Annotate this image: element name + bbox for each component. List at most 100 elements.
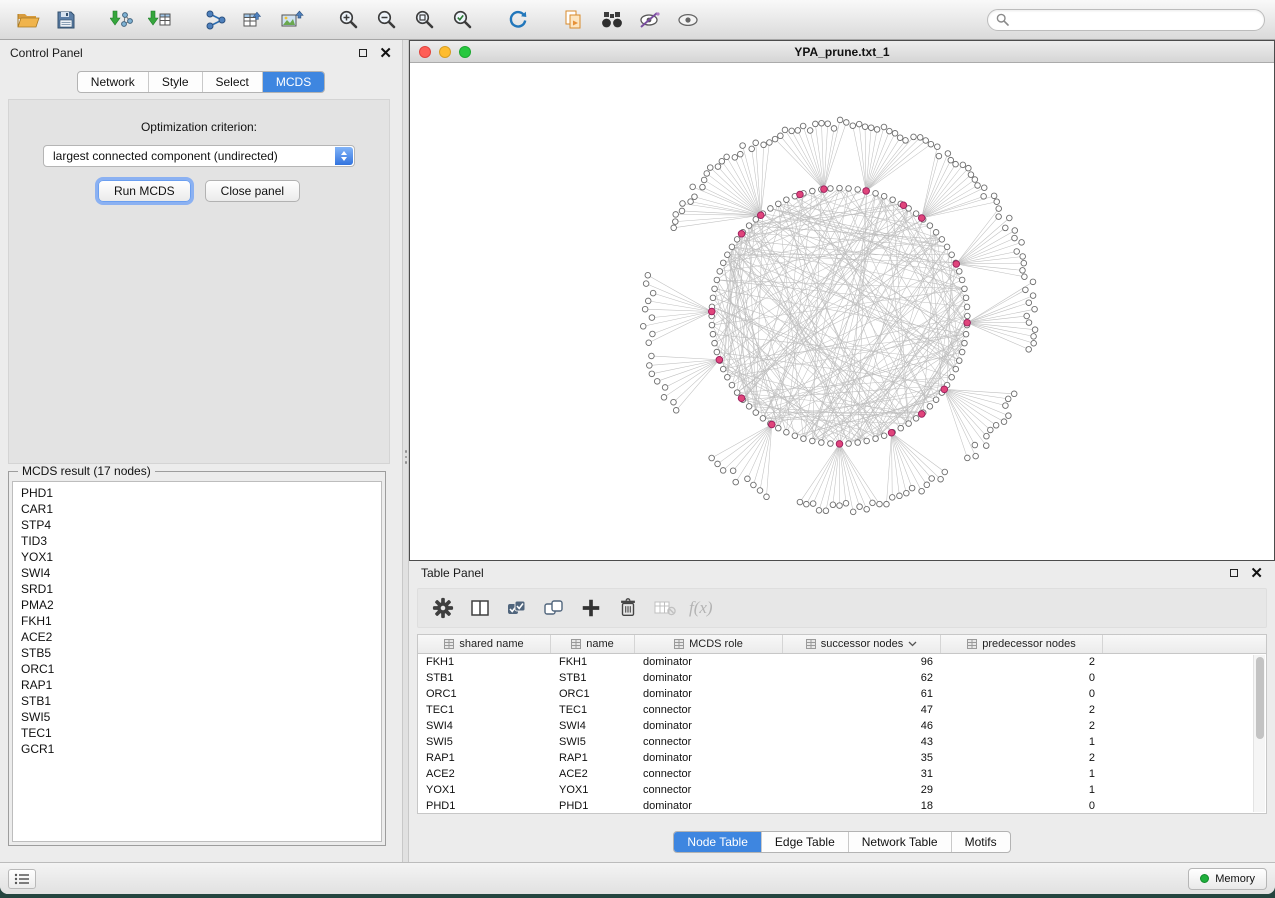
hide-selected-button[interactable] [632,4,668,36]
network-view-window: YPA_prune.txt_1 [409,40,1275,561]
new-network-button[interactable] [198,4,234,36]
tab-select[interactable]: Select [202,72,262,92]
search-input[interactable] [1015,13,1256,27]
function-builder-button[interactable]: f(x) [685,598,717,618]
table-cell: STB1 [551,672,635,684]
table-cell: 1 [941,768,1103,780]
mcds-result-item[interactable]: TID3 [13,533,381,549]
tab-style[interactable]: Style [148,72,202,92]
table-cell: dominator [635,720,783,732]
toolbar-separator [180,4,196,36]
table-cell: FKH1 [418,656,551,668]
table-cell: ACE2 [418,768,551,780]
column-header-predecessor-nodes[interactable]: predecessor nodes [941,635,1103,653]
zoom-out-button[interactable] [368,4,404,36]
mcds-result-item[interactable]: ORC1 [13,661,381,677]
close-panel-button[interactable]: Close panel [205,180,300,202]
close-table-panel-icon[interactable]: ✕ [1250,566,1263,581]
zoom-out-icon [376,9,397,30]
zoom-fit-icon [414,9,435,30]
tab-node-table[interactable]: Node Table [674,832,761,852]
show-columns-button[interactable] [463,592,497,624]
column-header-name[interactable]: name [551,635,635,653]
mcds-result-item[interactable]: GCR1 [13,741,381,757]
mcds-result-item[interactable]: YOX1 [13,549,381,565]
maximize-window-icon[interactable] [459,46,471,58]
dropdown-stepper-icon [335,147,353,165]
table-row[interactable]: TEC1TEC1connector472 [418,702,1266,718]
table-row[interactable]: ORC1ORC1dominator610 [418,686,1266,702]
column-header-successor-nodes[interactable]: successor nodes [783,635,941,653]
tab-mcds[interactable]: MCDS [262,72,324,92]
mcds-result-item[interactable]: SRD1 [13,581,381,597]
memory-button[interactable]: Memory [1188,868,1267,890]
import-network-button[interactable] [104,4,140,36]
deselect-all-button[interactable] [537,592,571,624]
mcds-result-item[interactable]: STP4 [13,517,381,533]
table-cell: 0 [941,688,1103,700]
mcds-result-item[interactable]: SWI4 [13,565,381,581]
zoom-fit-button[interactable] [406,4,442,36]
zoom-selected-button[interactable] [444,4,480,36]
deselect-all-icon [543,597,565,619]
open-file-button[interactable] [10,4,46,36]
column-header-MCDS-role[interactable]: MCDS role [635,635,783,653]
minimize-window-icon[interactable] [439,46,451,58]
zoom-in-button[interactable] [330,4,366,36]
select-all-button[interactable] [500,592,534,624]
mcds-result-item[interactable]: STB1 [13,693,381,709]
network-canvas[interactable] [410,63,1274,560]
mcds-result-item[interactable]: ACE2 [13,629,381,645]
annotation-button[interactable] [556,4,592,36]
panel-splitter[interactable] [402,40,409,862]
tab-network-table[interactable]: Network Table [848,832,951,852]
optimization-criterion-select[interactable]: largest connected component (undirected) [43,145,355,167]
mcds-result-item[interactable]: SWI5 [13,709,381,725]
table-cell: RAP1 [551,752,635,764]
close-window-icon[interactable] [419,46,431,58]
mcds-result-item[interactable]: FKH1 [13,613,381,629]
refresh-icon [507,9,529,31]
float-panel-icon[interactable] [359,49,367,57]
table-row[interactable]: SWI4SWI4dominator462 [418,718,1266,734]
tab-motifs[interactable]: Motifs [951,832,1010,852]
table-settings-button[interactable] [426,592,460,624]
search-field[interactable] [987,9,1265,31]
table-row[interactable]: ACE2ACE2connector311 [418,766,1266,782]
table-row[interactable]: RAP1RAP1dominator352 [418,750,1266,766]
toolbar-separator [538,4,554,36]
table-scrollbar[interactable] [1253,655,1265,812]
table-row[interactable]: FKH1FKH1dominator962 [418,654,1266,670]
zoom-selected-icon [452,9,473,30]
tab-edge-table[interactable]: Edge Table [761,832,848,852]
table-row[interactable]: YOX1YOX1connector291 [418,782,1266,798]
table-row[interactable]: STB1STB1dominator620 [418,670,1266,686]
mcds-result-item[interactable]: CAR1 [13,501,381,517]
export-image-button[interactable] [274,4,310,36]
mcds-result-item[interactable]: TEC1 [13,725,381,741]
table-scrollbar-thumb[interactable] [1256,657,1264,739]
network-window-titlebar: YPA_prune.txt_1 [410,41,1274,63]
memory-label: Memory [1215,873,1255,885]
mcds-result-item[interactable]: PMA2 [13,597,381,613]
status-menu-button[interactable] [8,869,36,889]
table-row[interactable]: SWI5SWI5connector431 [418,734,1266,750]
run-mcds-button[interactable]: Run MCDS [98,180,191,202]
float-table-panel-icon[interactable] [1230,569,1238,577]
show-all-button[interactable] [670,4,706,36]
apply-layout-button[interactable] [500,4,536,36]
tab-network[interactable]: Network [78,72,148,92]
delete-column-button[interactable] [611,592,645,624]
mcds-result-item[interactable]: PHD1 [13,485,381,501]
save-session-button[interactable] [48,4,84,36]
column-header-shared-name[interactable]: shared name [418,635,551,653]
mcds-result-item[interactable]: STB5 [13,645,381,661]
close-panel-icon[interactable]: ✕ [379,46,392,61]
table-row[interactable]: PHD1PHD1dominator180 [418,798,1266,814]
mcds-result-item[interactable]: RAP1 [13,677,381,693]
find-button[interactable] [594,4,630,36]
add-column-button[interactable] [574,592,608,624]
import-table-button[interactable] [142,4,178,36]
table-panel-header: Table Panel ✕ [409,561,1275,585]
export-table-button[interactable] [236,4,272,36]
